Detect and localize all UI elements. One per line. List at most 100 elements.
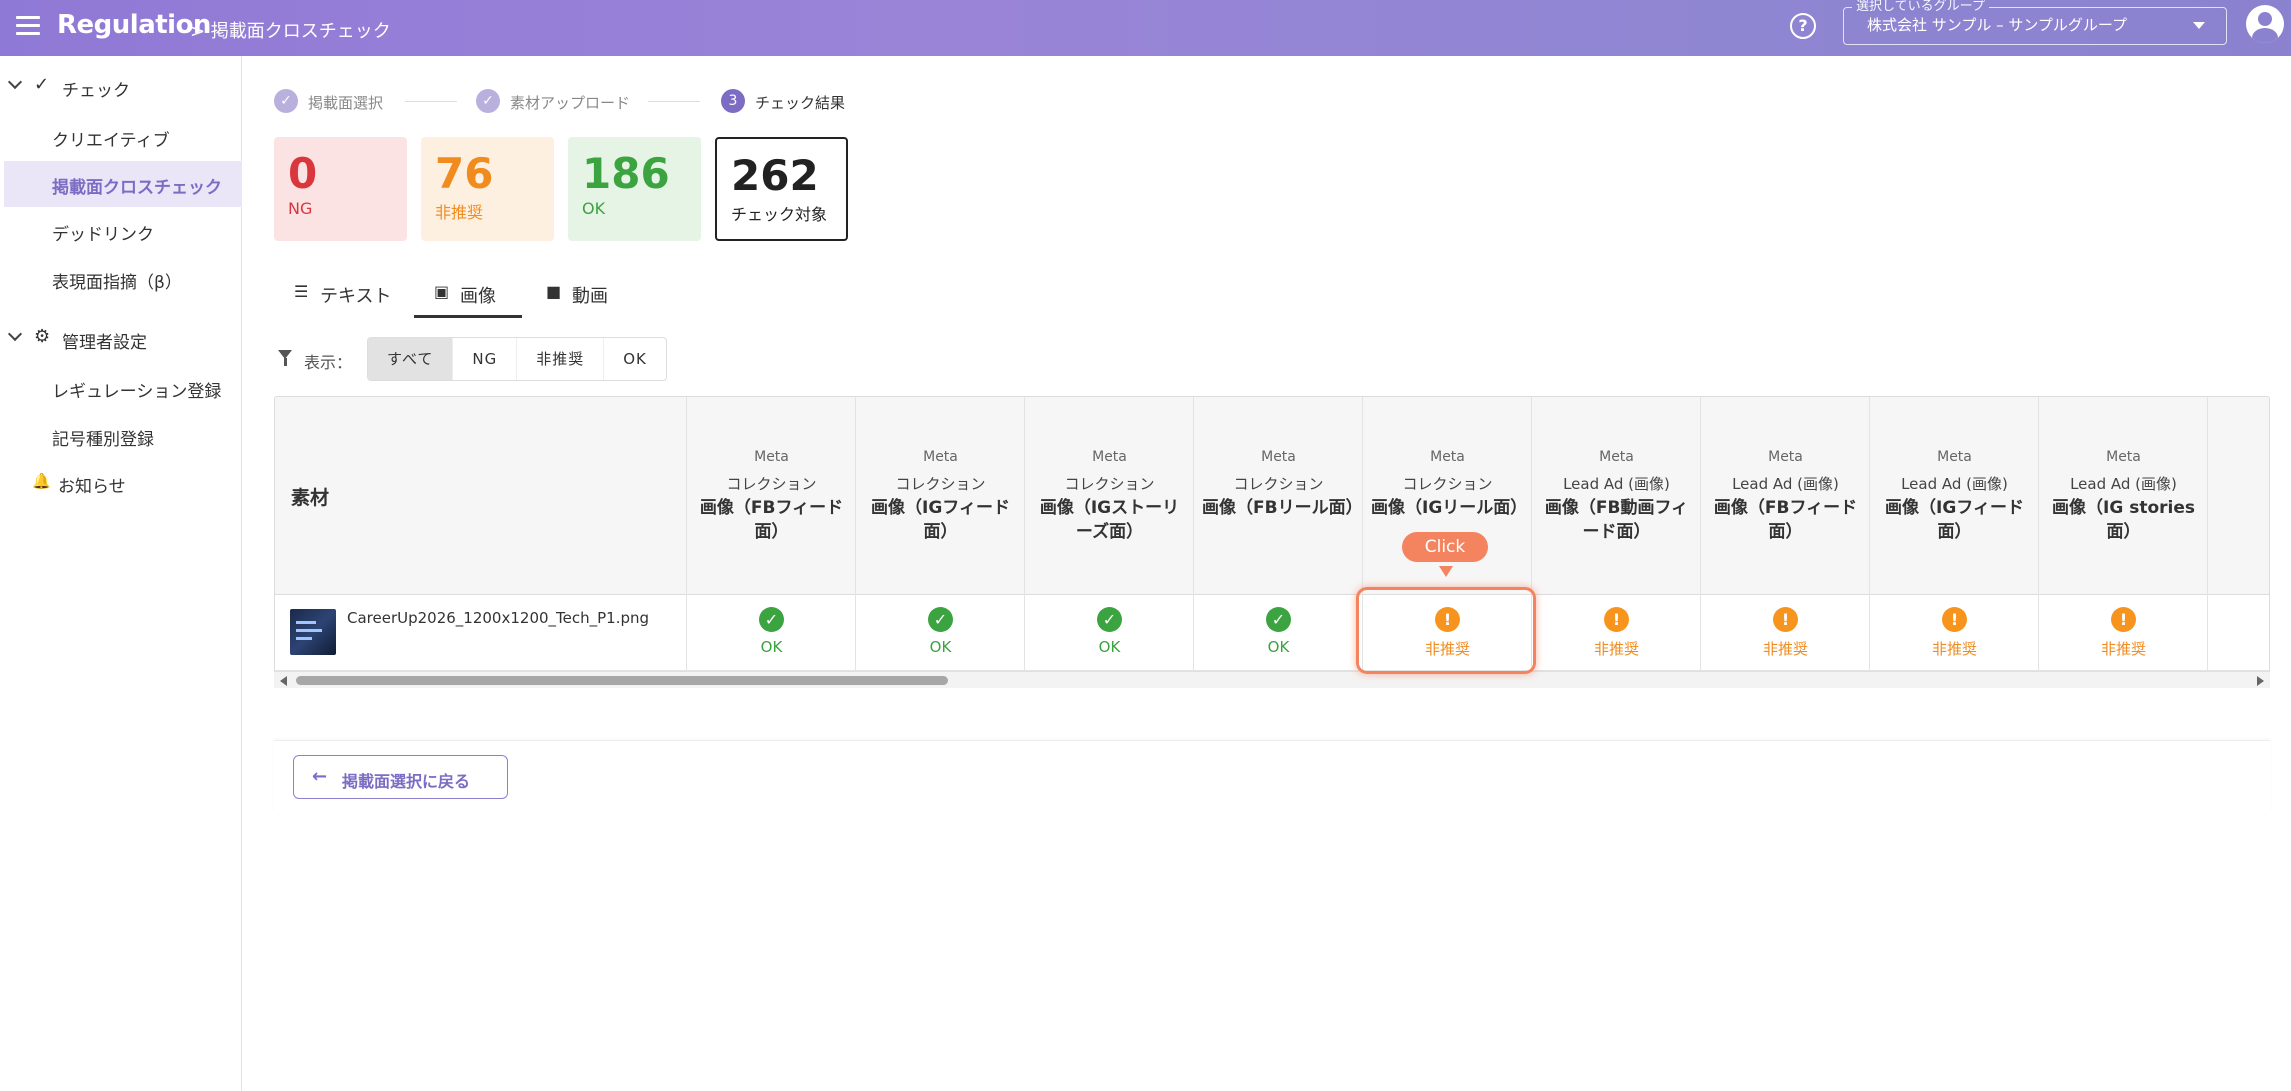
result-label: OK [929,638,952,656]
result-cell-ok[interactable]: ✓ OK [686,595,855,671]
filter-segmented-control: すべて NG 非推奨 OK [367,337,667,381]
step-label: 素材アップロード [510,94,631,112]
result-cell-ok[interactable]: ✓ OK [855,595,1024,671]
chevron-down-icon[interactable] [2193,22,2205,29]
sidebar-item-creative[interactable]: クリエイティブ [4,114,242,160]
stat-label: 非推奨 [435,203,484,222]
placement-l3: 画像（IGリール面） [1371,498,1528,518]
result-cell-warn[interactable]: !非推奨 [1531,595,1700,671]
stat-value: 186 [582,149,670,198]
sidebar-section-admin[interactable]: ⚙ 管理者設定 [0,320,242,356]
filter-ok-button[interactable]: OK [604,338,666,380]
result-cell-ok[interactable]: ✓ OK [1024,595,1193,671]
sidebar-section-label: チェック [62,81,130,101]
placement-l3: 画像（IGストーリーズ面） [1039,498,1180,542]
group-select-label: 選択しているグループ [1852,0,1989,14]
stat-value: 262 [731,151,819,200]
table-row: CareerUp2026_1200x1200_Tech_P1.png ✓ OK ✓ O… [275,595,2269,671]
brand-logo[interactable]: Regulation [57,10,211,40]
app-header: Regulation > 掲載面クロスチェック ? 選択しているグループ 株式会… [0,0,2291,56]
filter-ng-button[interactable]: NG [453,338,518,380]
placement-l3: 画像（FBフィード面） [699,498,844,542]
result-label: 非推奨 [2208,638,2269,659]
chevron-down-icon[interactable] [7,326,23,342]
table-header: 素材 Meta コレクション 画像（FBフィード面） Meta コレクション 画像（IGフ… [275,397,2269,595]
stat-label: OK [582,199,606,218]
result-label: OK [760,638,783,656]
stat-card-ng: 0 NG [274,137,407,241]
result-cell-warn[interactable]: !非推奨 [1700,595,1869,671]
result-cell-warn[interactable]: !非推奨 [1362,595,1531,671]
sidebar-item-deadlink[interactable]: デッドリンク [4,208,242,254]
sidebar-item-expression[interactable]: 表現面指摘（β） [4,256,242,302]
result-cell-warn[interactable]: !非推奨 [1869,595,2038,671]
sidebar-item-label: 記号種別登録 [52,430,154,450]
sidebar-item-notice[interactable]: 🔔 お知らせ [0,464,242,500]
material-thumbnail[interactable] [290,609,336,655]
placement-column-header: Meta Lead Ad (画像) 画像（IG stories面） [2038,397,2207,595]
tab-label: 動画 [572,286,608,307]
result-cell-warn[interactable]: !非推奨 [2207,595,2269,671]
sidebar-item-label: デッドリンク [52,225,154,245]
step-number: 3 [721,89,745,113]
scrollbar-thumb[interactable] [296,676,948,685]
placement-l1: Meta [1937,449,1972,465]
sidebar-item-placement-crosscheck[interactable]: 掲載面クロスチェック [4,161,242,207]
placement-l1: Meta [2106,449,2141,465]
tab-video[interactable]: ■ 動画 [526,272,634,318]
sidebar-item-regulation-register[interactable]: レギュレーション登録 [4,365,242,411]
placement-l2: コレクション [726,475,817,493]
stat-label: チェック対象 [731,205,828,224]
sidebar-item-label: お知らせ [58,477,126,497]
step-label: 掲載面選択 [308,94,384,112]
filter-all-button[interactable]: すべて [368,338,454,380]
help-icon[interactable]: ? [1790,13,1816,39]
sidebar-item-label: レギュレーション登録 [52,382,222,402]
stat-card-total: 262 チェック対象 [715,137,848,241]
scroll-left-icon[interactable] [280,676,287,686]
horizontal-scrollbar[interactable] [274,671,2270,688]
arrow-left-icon: ← [312,766,328,787]
placement-l1: Meta [923,449,958,465]
chevron-down-icon[interactable] [7,74,23,90]
result-label: 非推奨 [2100,640,2146,658]
sidebar-item-symbol-register[interactable]: 記号種別登録 [4,413,242,459]
text-lines-icon: ☰ [294,282,309,301]
back-button-label: 掲載面選択に戻る [342,772,471,791]
placement-l1: Meta [1430,449,1465,465]
video-camera-icon: ■ [546,282,562,301]
back-to-placement-button[interactable]: ← 掲載面選択に戻る [293,755,508,799]
placement-l2: コレクション [1064,475,1155,493]
tab-image[interactable]: ▣ 画像 [414,272,522,318]
avatar[interactable] [2246,5,2284,43]
stat-label: NG [288,199,313,218]
result-cell-warn[interactable]: !非推奨 [2038,595,2207,671]
stat-card-ok: 186 OK [568,137,701,241]
placement-column-header: Meta コレクション画像（IGストーリーズ面） [1024,397,1193,595]
sidebar-section-check[interactable]: ✓ チェック [0,68,242,104]
sidebar: ✓ チェック クリエイティブ 掲載面クロスチェック デッドリンク 表現面指摘（β… [0,56,242,1091]
placement-column-header: Meta コレクション 画像（FBフィード面） [686,397,855,595]
material-column-header: 素材 [291,487,330,509]
action-panel [274,740,2270,812]
filter-not-recommended-button[interactable]: 非推奨 [517,338,605,380]
menu-icon[interactable] [16,16,40,36]
result-cell-ok[interactable]: ✓ OK [1193,595,1362,671]
stat-value: 0 [288,149,318,198]
placement-l2: コレクション [1402,475,1493,493]
placement-l2: Lead Ad (画像) [1732,475,1839,493]
placement-l3: 画像（FBリール面） [1202,498,1363,518]
step-connector [405,101,457,102]
placement-l1: Meta [1768,449,1803,465]
stat-value: 76 [435,149,494,198]
result-label: 非推奨 [1931,640,1977,658]
placement-l2: Lead Ad (画像) [1563,475,1670,493]
placement-l1: Meta [1092,449,1127,465]
tab-text[interactable]: ☰ テキスト [274,272,412,318]
sidebar-section-label: 管理者設定 [62,333,147,353]
placement-l3: 画像（FBフィード面） [1713,498,1858,542]
group-select-value[interactable]: 株式会社 サンプル – サンプルグループ [1867,14,2127,35]
scroll-right-icon[interactable] [2257,676,2264,686]
placement-l2: Lead Ad (画像) [2070,475,2177,493]
tab-label: 画像 [460,286,496,307]
